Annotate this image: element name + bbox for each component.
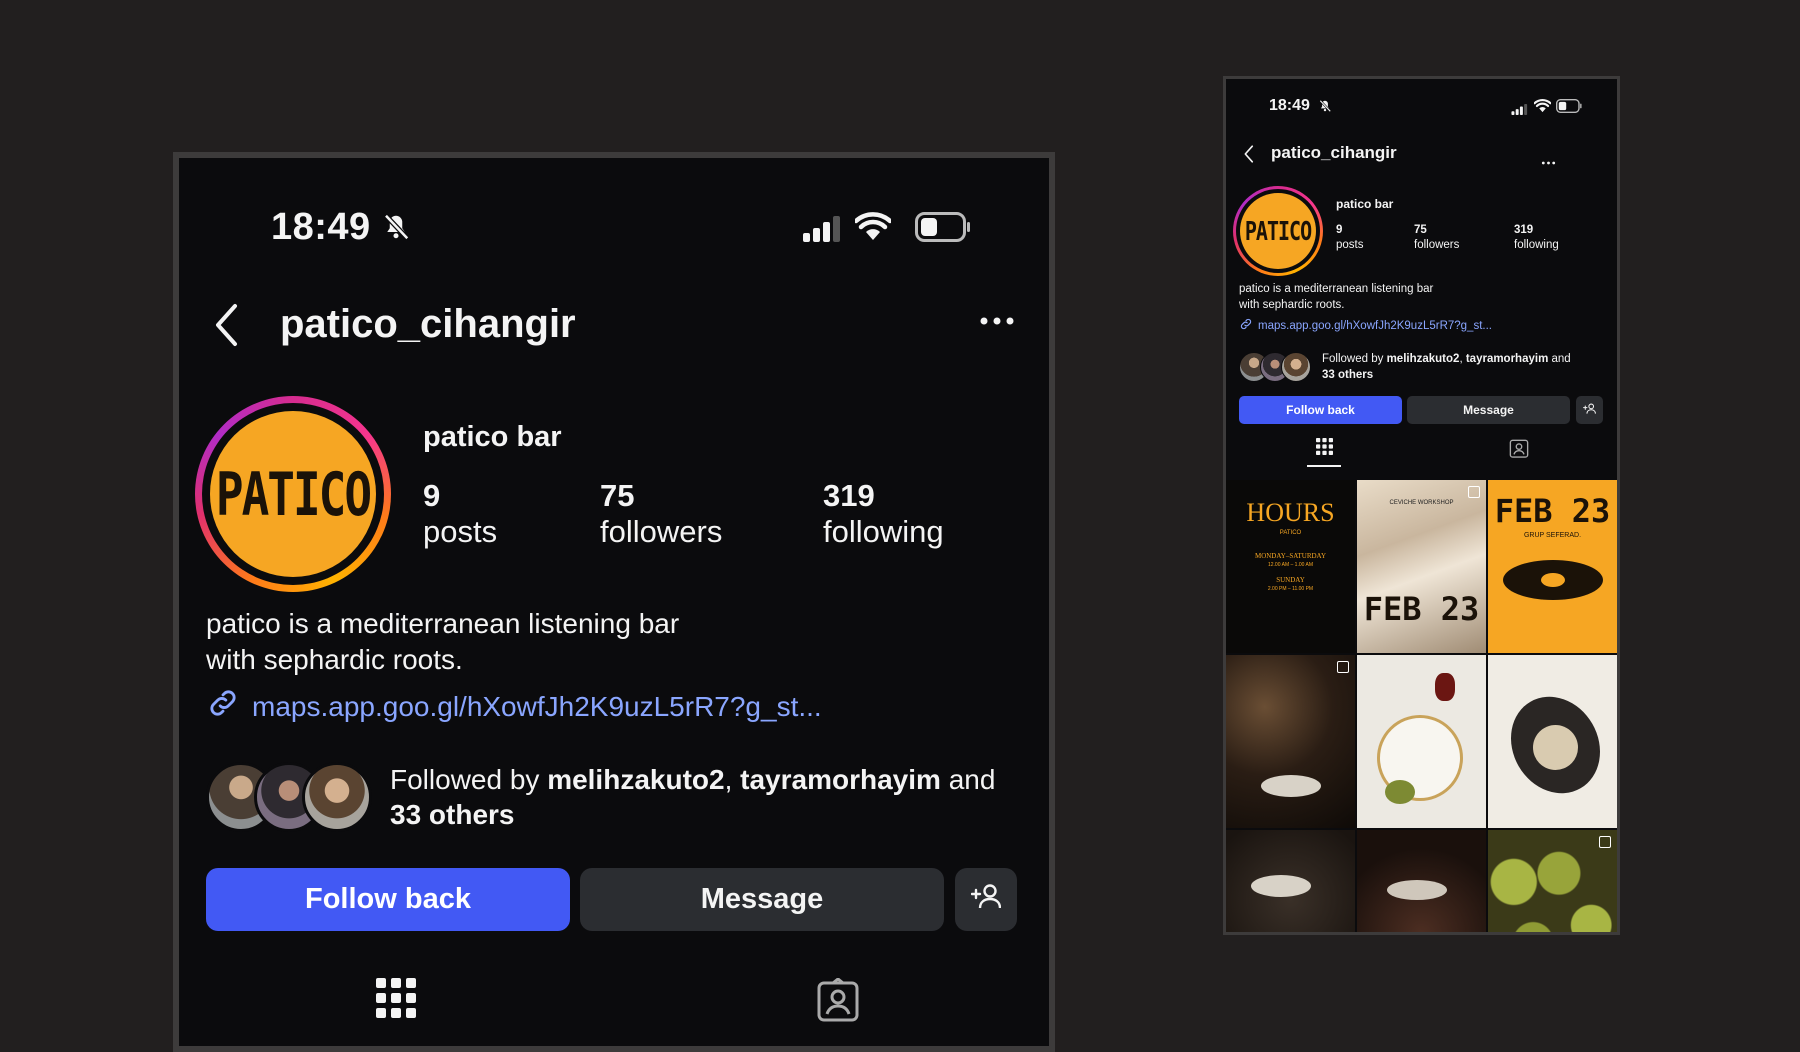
- add-user-icon: [1583, 403, 1596, 417]
- post-tile-plate[interactable]: [1357, 655, 1486, 828]
- stat-followers[interactable]: 75 followers: [600, 478, 722, 550]
- battery-icon: [915, 212, 971, 247]
- message-button[interactable]: Message: [1407, 396, 1570, 424]
- link-text: maps.app.goo.gl/hXowfJh2K9uzL5rR7?g_st..…: [1258, 319, 1492, 332]
- multi-post-icon: [1337, 661, 1349, 673]
- battery-icon: [1556, 99, 1582, 118]
- avatar-logo-text: PATICO: [215, 458, 372, 530]
- link-text: maps.app.goo.gl/hXowfJh2K9uzL5rR7?g_st..…: [252, 690, 822, 722]
- avatar[interactable]: PATICO: [1233, 186, 1323, 276]
- multi-post-icon: [1468, 486, 1480, 498]
- more-icon[interactable]: [980, 313, 1014, 331]
- stat-followers[interactable]: 75 followers: [1414, 223, 1459, 253]
- link-icon: [1239, 317, 1253, 334]
- grid-icon[interactable]: [376, 978, 416, 1023]
- profile-header: patico_cihangir: [179, 295, 1049, 355]
- post-tile-dish[interactable]: [1488, 655, 1617, 828]
- display-name: patico bar: [423, 421, 562, 453]
- signal-icon: [1511, 102, 1528, 120]
- status-time: 18:49: [1269, 97, 1310, 114]
- bell-slash-icon: [1318, 99, 1332, 118]
- back-chevron-icon[interactable]: [1243, 145, 1255, 168]
- vinyl-record: [1503, 560, 1603, 600]
- followed-by[interactable]: Followed by melihzakuto2, tayramorhayim …: [206, 762, 995, 832]
- follower-avatar: [1281, 352, 1311, 382]
- back-chevron-icon[interactable]: [213, 303, 241, 352]
- add-user-button[interactable]: [1576, 396, 1603, 424]
- stat-following[interactable]: 319 following: [823, 478, 944, 550]
- multi-post-icon: [1599, 836, 1611, 848]
- followed-by[interactable]: Followed by melihzakuto2, tayramorhayim …: [1239, 351, 1571, 383]
- small-phone-frame: 18:49 patico_cihangir PATICO patico bar …: [1223, 76, 1620, 935]
- profile-bio: patico is a mediterranean listening bar …: [206, 608, 680, 675]
- tagged-icon[interactable]: [1509, 438, 1529, 463]
- wifi-icon: [853, 212, 893, 247]
- add-user-button[interactable]: [955, 868, 1017, 931]
- large-phone-frame: 18:49 patico_cihangir PATICO patico bar …: [173, 152, 1055, 1052]
- profile-username: patico_cihangir: [280, 302, 576, 346]
- bell-slash-icon: [381, 212, 411, 247]
- stat-posts[interactable]: 9 posts: [423, 478, 497, 550]
- profile-bio: patico is a mediterranean listening bar …: [1239, 283, 1434, 311]
- post-tile-olives[interactable]: [1488, 830, 1617, 932]
- posts-grid: HOURS PATICO MONDAY–SATURDAY 12.00 AM – …: [1226, 480, 1617, 932]
- post-tile-crowd[interactable]: [1226, 655, 1355, 828]
- follower-avatar: [302, 762, 372, 832]
- tagged-icon[interactable]: [816, 977, 860, 1027]
- avatar-logo-text: PATICO: [1244, 215, 1312, 247]
- followed-by-text: Followed by melihzakuto2, tayramorhayim …: [390, 764, 996, 830]
- grid-icon: [1315, 438, 1333, 465]
- status-bar: 18:49: [179, 206, 1049, 252]
- display-name: patico bar: [1336, 197, 1394, 211]
- post-tile-feb23[interactable]: FEB 23 GRUP SEFERAD.: [1488, 480, 1617, 653]
- followed-by-text: Followed by melihzakuto2, tayramorhayim …: [1322, 353, 1571, 381]
- post-tile-ceviche[interactable]: CEVICHE WORKSHOP FEB 23: [1357, 480, 1486, 653]
- tab-posts-grid[interactable]: [1307, 438, 1341, 467]
- avatar[interactable]: PATICO: [195, 396, 391, 592]
- post-tile-hands[interactable]: [1357, 830, 1486, 932]
- profile-link[interactable]: maps.app.goo.gl/hXowfJh2K9uzL5rR7?g_st..…: [206, 686, 822, 727]
- profile-username: patico_cihangir: [1271, 143, 1397, 162]
- post-tile-server[interactable]: [1226, 830, 1355, 932]
- profile-link[interactable]: maps.app.goo.gl/hXowfJh2K9uzL5rR7?g_st..…: [1239, 317, 1492, 334]
- link-icon: [206, 686, 240, 727]
- follow-back-button[interactable]: Follow back: [206, 868, 570, 931]
- add-user-icon: [970, 883, 1002, 917]
- post-tile-hours[interactable]: HOURS PATICO MONDAY–SATURDAY 12.00 AM – …: [1226, 480, 1355, 653]
- status-time: 18:49: [271, 206, 371, 248]
- wifi-icon: [1533, 99, 1552, 118]
- more-icon[interactable]: [1541, 152, 1556, 170]
- stat-following[interactable]: 319 following: [1514, 223, 1559, 253]
- message-button[interactable]: Message: [580, 868, 944, 931]
- stat-posts[interactable]: 9 posts: [1336, 223, 1364, 253]
- signal-icon: [803, 216, 841, 247]
- follow-back-button[interactable]: Follow back: [1239, 396, 1402, 424]
